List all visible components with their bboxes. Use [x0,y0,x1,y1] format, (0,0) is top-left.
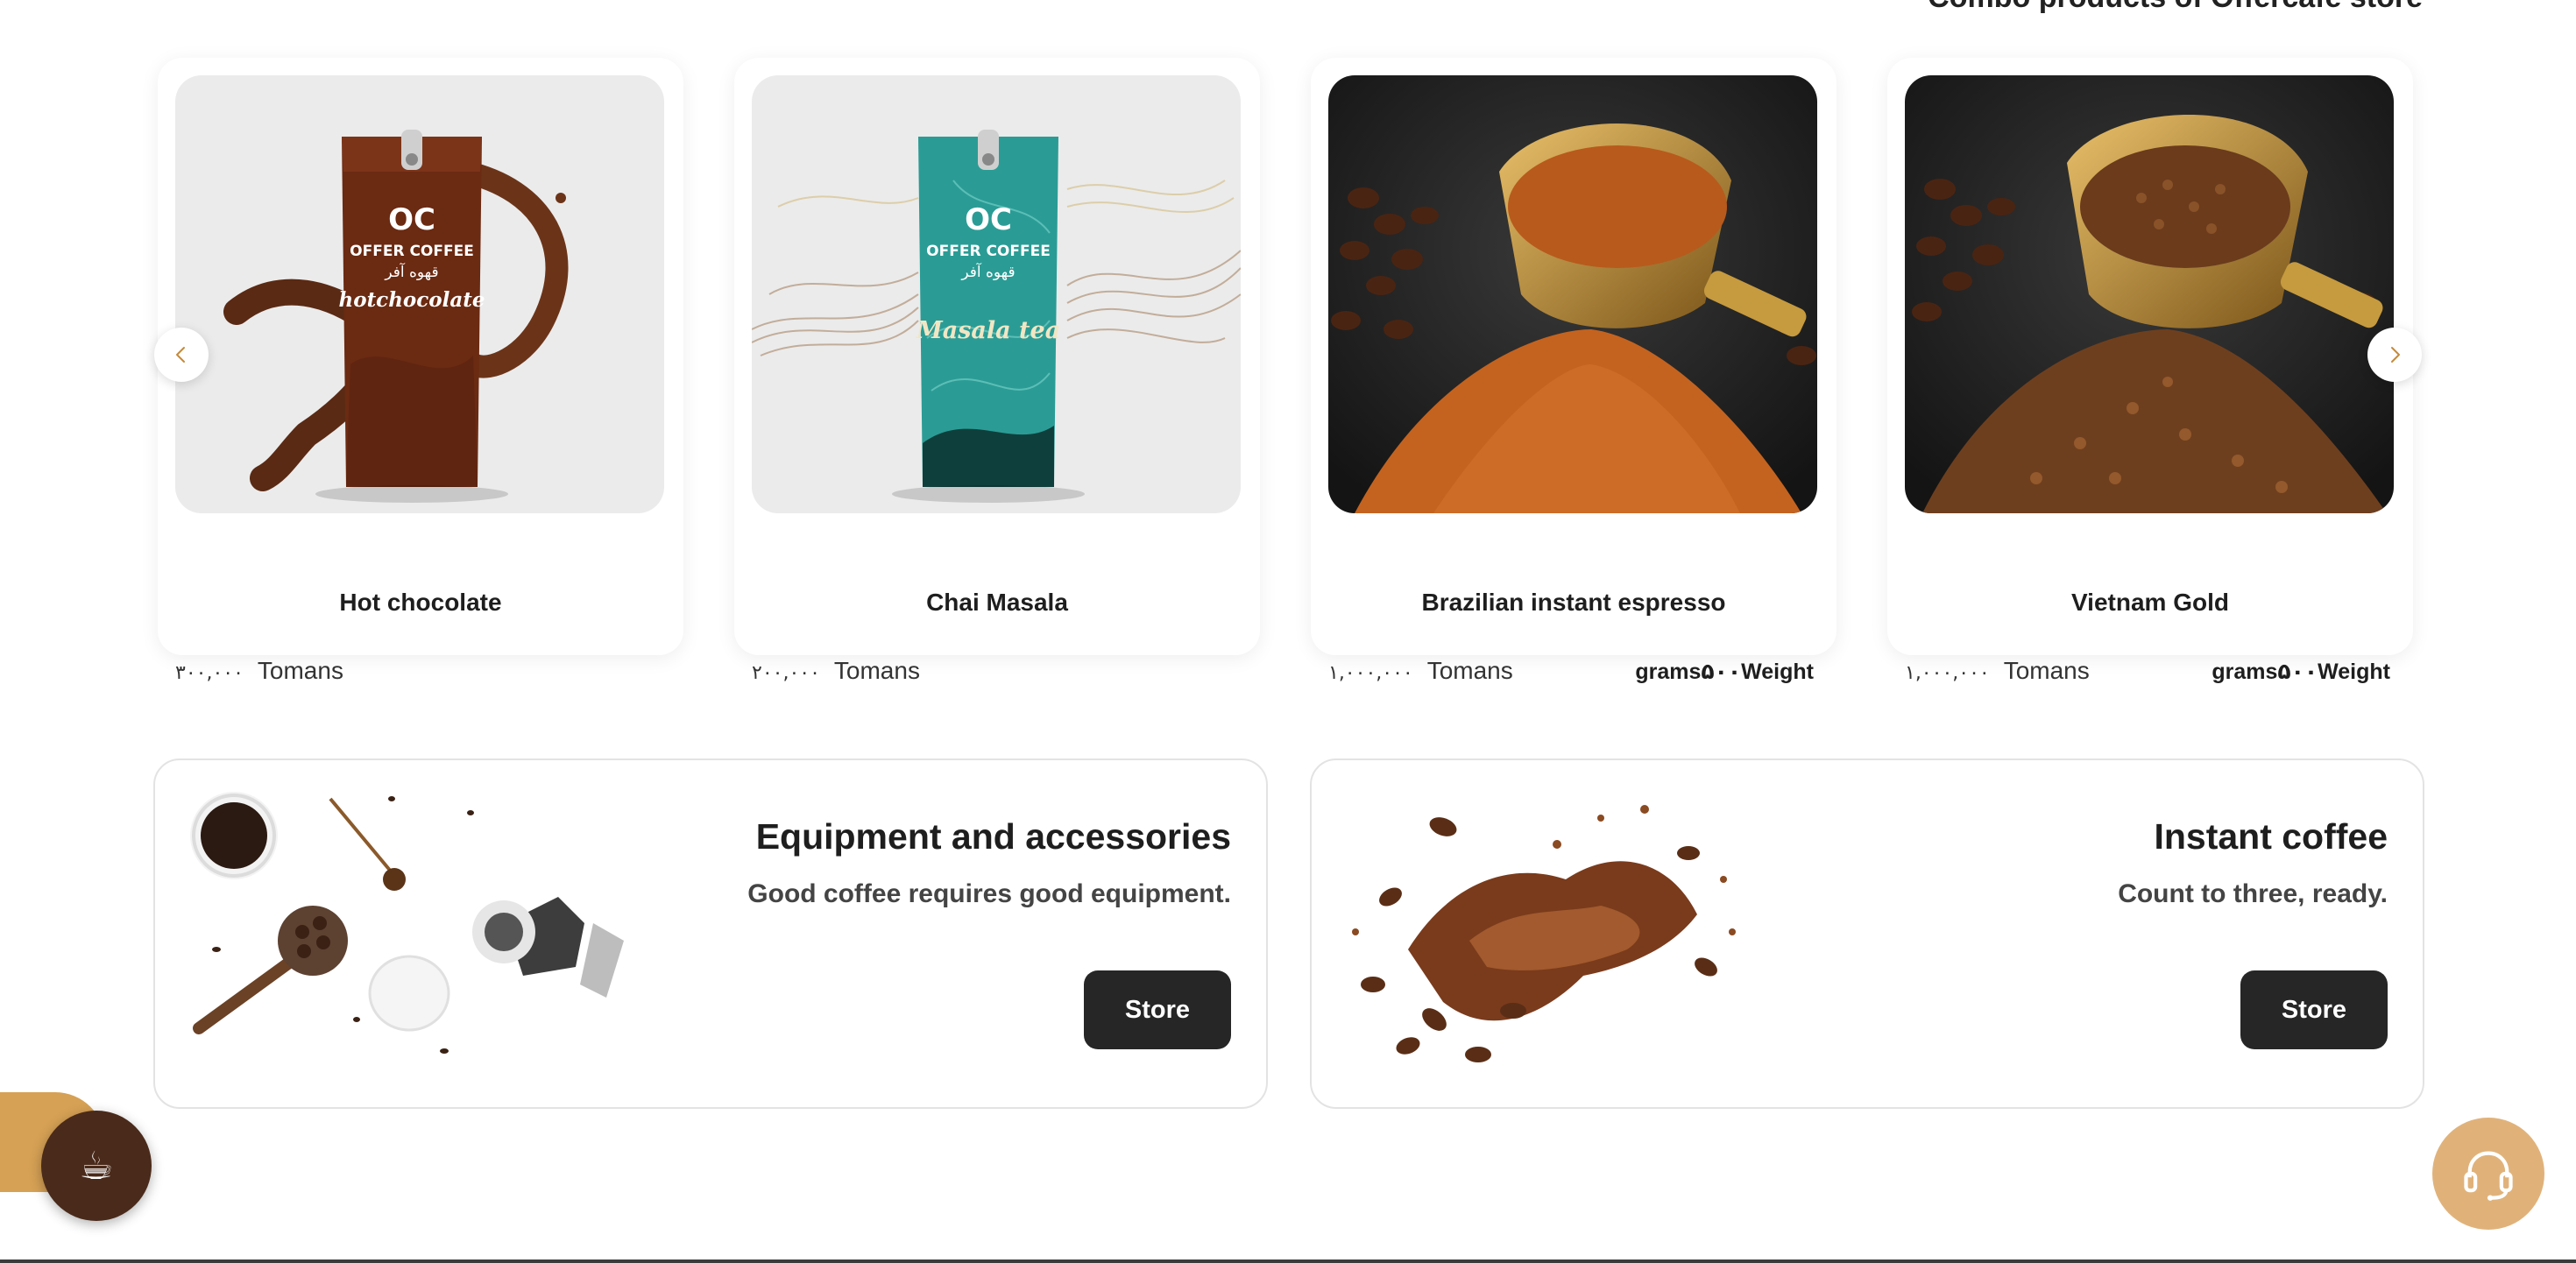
support-button[interactable] [2432,1118,2544,1230]
product-image[interactable]: OC OFFER COFFEE قهوه آفر hotchocolate [175,75,664,513]
chevron-left-icon [176,347,185,363]
product-price: ۱,۰۰۰,۰۰۰ Tomans [1905,657,2090,685]
banner-subtitle: Good coffee requires good equipment. [747,879,1231,908]
product-price: ۲۰۰,۰۰۰ Tomans [752,657,920,685]
page-bottom-bar [0,1259,2576,1263]
package-label: Masala tea [916,317,1060,344]
banner-title: Equipment and accessories [755,816,1231,857]
package-brand-fa: قهوه آفر [384,262,438,281]
coffee-splash-image [1352,805,1736,1062]
product-card[interactable]: OC OFFER COFFEE قهوه آفر hotchocolate Ho… [158,58,683,684]
price-currency: Tomans [2003,657,2090,684]
price-value: ۲۰۰,۰۰۰ [752,662,820,684]
product-name[interactable]: Chai Masala [734,589,1260,617]
price-currency: Tomans [257,657,343,684]
store-button[interactable]: Store [2240,970,2388,1049]
product-image[interactable] [1905,75,2394,513]
product-name[interactable]: Vietnam Gold [1887,589,2413,617]
banner-subtitle: Count to three, ready. [2118,879,2388,908]
product-weight: grams۵۰۰Weight [1635,660,1814,684]
price-value: ۱,۰۰۰,۰۰۰ [1905,662,1990,684]
package-logo: OC [965,202,1012,237]
category-banner: Instant coffee Count to three, ready. St… [1310,759,2424,1109]
section-title: Combo products of Offercafe store [1928,0,2423,15]
product-name[interactable]: Brazilian instant espresso [1311,589,1836,617]
coffee-cup-button[interactable]: ☕ [41,1111,152,1221]
category-banner: Equipment and accessories Good coffee re… [153,759,1268,1109]
package-logo: OC [388,202,435,237]
product-card[interactable]: OC OFFER COFFEE قهوه آفر Masala tea Chai… [734,58,1260,684]
coffee-cup-icon: ☕ [79,1144,114,1188]
price-currency: Tomans [1426,657,1513,684]
package-brand-fa: قهوه آفر [960,262,1015,281]
store-button[interactable]: Store [1084,970,1231,1049]
banner-title: Instant coffee [2154,816,2388,857]
package-brand: OFFER COFFEE [926,243,1051,260]
price-value: ۱,۰۰۰,۰۰۰ [1328,662,1413,684]
product-card[interactable]: Vietnam Gold ۱,۰۰۰,۰۰۰ Tomans grams۵۰۰Wei… [1887,58,2413,684]
price-value: ۳۰۰,۰۰۰ [175,662,244,684]
product-price: ۳۰۰,۰۰۰ Tomans [175,657,343,685]
product-image[interactable] [1328,75,1817,513]
product-card[interactable]: Brazilian instant espresso ۱,۰۰۰,۰۰۰ Toma… [1311,58,1836,684]
product-weight: grams۵۰۰Weight [2212,660,2390,684]
equipment-image [190,792,624,1054]
headset-icon [2464,1151,2513,1201]
product-name[interactable]: Hot chocolate [158,589,683,617]
product-image[interactable]: OC OFFER COFFEE قهوه آفر Masala tea [752,75,1241,513]
price-currency: Tomans [833,657,920,684]
package-label: hotchocolate [339,288,485,312]
carousel-prev-button[interactable] [154,328,209,382]
package-brand: OFFER COFFEE [350,243,474,260]
product-price: ۱,۰۰۰,۰۰۰ Tomans [1328,657,1513,685]
carousel-next-button[interactable] [2367,328,2422,382]
chevron-right-icon [2391,347,2400,363]
